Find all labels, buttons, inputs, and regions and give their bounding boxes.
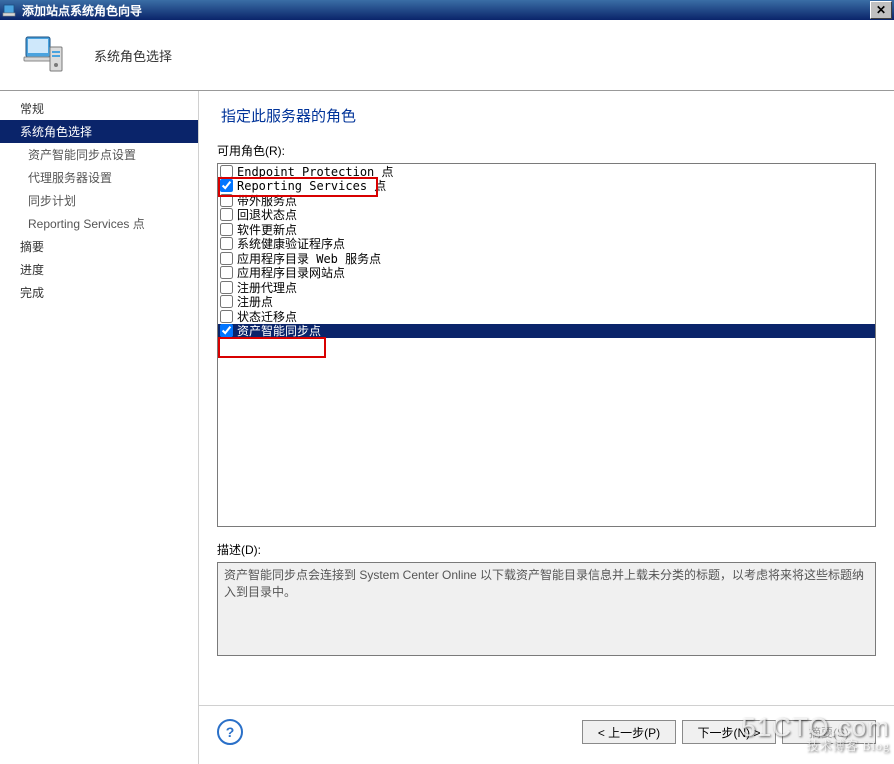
- role-row[interactable]: 应用程序目录网站点: [218, 266, 875, 281]
- nav-item-summary[interactable]: 摘要: [0, 235, 198, 258]
- summary-button[interactable]: 摘要(S): [782, 720, 876, 744]
- role-row[interactable]: 回退状态点: [218, 208, 875, 223]
- nav-item-reporting-services[interactable]: Reporting Services 点: [0, 212, 198, 235]
- help-icon[interactable]: ?: [217, 719, 243, 745]
- titlebar: 添加站点系统角色向导 ✕: [0, 0, 894, 20]
- role-checkbox-enrollment-proxy[interactable]: [220, 281, 233, 294]
- wizard-header: 系统角色选择: [0, 20, 894, 91]
- wizard-body: 常规 系统角色选择 资产智能同步点设置 代理服务器设置 同步计划 Reporti…: [0, 91, 894, 764]
- role-checkbox-fallback-status[interactable]: [220, 208, 233, 221]
- previous-button[interactable]: < 上一步(P): [582, 720, 676, 744]
- available-roles-list[interactable]: Endpoint Protection 点 Reporting Services…: [217, 163, 876, 527]
- role-checkbox-reporting-services[interactable]: [220, 179, 233, 192]
- nav-item-asset-sync-settings[interactable]: 资产智能同步点设置: [0, 143, 198, 166]
- role-label: 资产智能同步点: [237, 322, 321, 339]
- role-checkbox-app-catalog-webservice[interactable]: [220, 252, 233, 265]
- window-title: 添加站点系统角色向导: [22, 2, 869, 19]
- role-checkbox-enrollment[interactable]: [220, 295, 233, 308]
- role-row[interactable]: Reporting Services 点: [218, 179, 875, 194]
- close-button[interactable]: ✕: [870, 1, 892, 19]
- role-checkbox-app-catalog-website[interactable]: [220, 266, 233, 279]
- nav-item-sync-plan[interactable]: 同步计划: [0, 189, 198, 212]
- role-row[interactable]: 带外服务点: [218, 193, 875, 208]
- next-button[interactable]: 下一步(N) >: [682, 720, 776, 744]
- role-checkbox-health-validator[interactable]: [220, 237, 233, 250]
- app-icon: [2, 2, 18, 18]
- role-checkbox-endpoint-protection[interactable]: [220, 165, 233, 178]
- main-heading: 指定此服务器的角色: [217, 101, 876, 142]
- sidebar-nav: 常规 系统角色选择 资产智能同步点设置 代理服务器设置 同步计划 Reporti…: [0, 91, 198, 764]
- nav-item-role-selection[interactable]: 系统角色选择: [0, 120, 198, 143]
- main-panel: 指定此服务器的角色 可用角色(R): Endpoint Protection 点…: [198, 91, 894, 764]
- role-row[interactable]: 注册点: [218, 295, 875, 310]
- wizard-window: 添加站点系统角色向导 ✕ 系统角色选择 常规 系统角色选择 资产智能同步点设置 …: [0, 0, 894, 764]
- role-checkbox-state-migration[interactable]: [220, 310, 233, 323]
- description-box: 资产智能同步点会连接到 System Center Online 以下载资产智能…: [217, 562, 876, 656]
- wizard-footer: ? < 上一步(P) 下一步(N) > 摘要(S): [199, 705, 894, 758]
- role-checkbox-out-of-band[interactable]: [220, 194, 233, 207]
- role-checkbox-asset-intelligence-sync[interactable]: [220, 324, 233, 337]
- header-subtitle: 系统角色选择: [94, 46, 172, 65]
- nav-item-complete[interactable]: 完成: [0, 281, 198, 304]
- available-roles-label: 可用角色(R):: [217, 142, 876, 159]
- nav-item-proxy-settings[interactable]: 代理服务器设置: [0, 166, 198, 189]
- role-row[interactable]: 资产智能同步点: [218, 324, 875, 339]
- nav-item-progress[interactable]: 进度: [0, 258, 198, 281]
- nav-item-general[interactable]: 常规: [0, 97, 198, 120]
- annotation-highlight-asset-sync: [218, 337, 326, 358]
- role-checkbox-software-update[interactable]: [220, 223, 233, 236]
- description-label: 描述(D):: [217, 541, 876, 558]
- role-row[interactable]: 注册代理点: [218, 280, 875, 295]
- server-icon: [20, 31, 68, 79]
